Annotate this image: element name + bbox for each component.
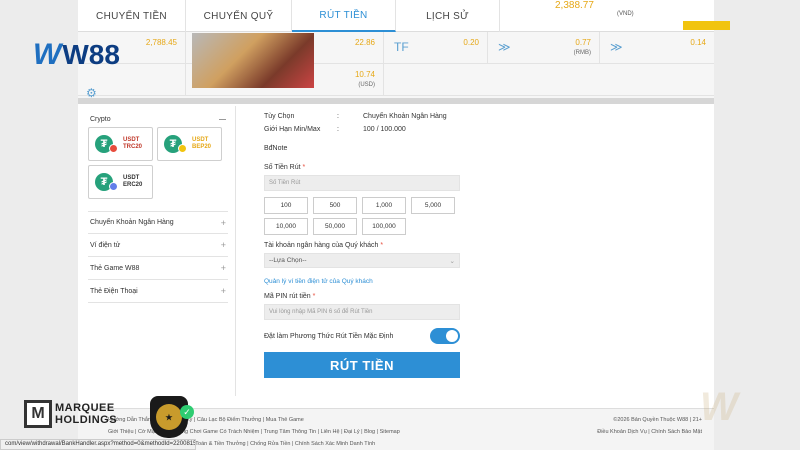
default-method-row: Đặt làm Phương Thức Rút Tiền Mặc Định bbox=[264, 328, 460, 344]
crypto-option-erc20[interactable]: ₮ USDT ERC20 bbox=[88, 165, 153, 199]
wallet-balance: 0.77 (RMB) bbox=[573, 38, 591, 56]
shield-icon: ★ bbox=[156, 404, 182, 430]
amount-button[interactable]: 100 bbox=[264, 197, 308, 214]
bnb-icon bbox=[178, 144, 187, 153]
promo-banner-image bbox=[192, 33, 314, 88]
tab-withdraw[interactable]: RÚT TIỀN bbox=[292, 0, 396, 32]
terms-links[interactable]: Điều Khoản Dịch Vụ | Chính Sách Bảo Mật bbox=[597, 429, 702, 435]
crypto-label: USDT BEP20 bbox=[192, 137, 212, 150]
note-row: BđNote bbox=[264, 142, 460, 155]
crypto-header[interactable]: Crypto — bbox=[88, 110, 228, 127]
wallet-cell-empty bbox=[384, 64, 714, 96]
option-key: Tùy Chọn bbox=[264, 113, 295, 120]
default-method-toggle[interactable] bbox=[430, 328, 460, 344]
sidebar-item-game-card[interactable]: Thẻ Game W88 + bbox=[88, 257, 228, 280]
pin-label: Mã PIN rút tiền * bbox=[264, 293, 316, 300]
sidebar-item-ewallet[interactable]: Ví điện tử + bbox=[88, 234, 228, 257]
note-text: BđNote bbox=[264, 145, 288, 152]
amount-button[interactable]: 100,000 bbox=[362, 218, 406, 235]
tab-history[interactable]: LỊCH SỬ bbox=[396, 0, 500, 32]
crypto-title: Crypto bbox=[90, 116, 111, 123]
sidebar-item-bank-transfer[interactable]: Chuyển Khoản Ngân Hàng + bbox=[88, 211, 228, 234]
bank-select-value: --Lựa Chọn-- bbox=[269, 257, 307, 264]
collapse-icon: — bbox=[219, 116, 226, 123]
sidebar-item-label: Ví điện tử bbox=[90, 241, 121, 249]
limit-key: Giới Hạn Min/Max bbox=[264, 126, 321, 133]
w88-logo: W W88 bbox=[33, 38, 120, 71]
tab-fund-transfer[interactable]: CHUYỂN QUỸ bbox=[186, 0, 292, 32]
wallet-balances: 2,788.45 22.86 TF 0.20 ≫ 0.77 (RMB) ≫ 0.1… bbox=[78, 32, 714, 100]
amount-button[interactable]: 10,000 bbox=[264, 218, 308, 235]
payment-methods-sidebar: Crypto — ₮ USDT TRC20 ₮ USDT BEP20 ₮ USDT E… bbox=[88, 110, 228, 303]
marquee-holdings-logo: M MARQUEE HOLDINGS bbox=[24, 400, 117, 428]
status-bar-url: com/view/withdrawal/BankHandler.aspx?met… bbox=[0, 439, 196, 450]
fish-icon: ≫ bbox=[498, 40, 511, 54]
wallet-balance: 0.14 bbox=[690, 38, 706, 47]
divider bbox=[78, 98, 714, 104]
default-method-label: Đặt làm Phương Thức Rút Tiền Mặc Định bbox=[264, 332, 394, 340]
wallet-balance: 22.86 bbox=[354, 38, 375, 47]
sidebar-item-label: Thẻ Game W88 bbox=[90, 264, 140, 272]
crypto-label: USDT TRC20 bbox=[123, 137, 143, 150]
wallet-balance: 10.74 (USD) bbox=[354, 70, 375, 88]
crypto-options: ₮ USDT TRC20 ₮ USDT BEP20 ₮ USDT ERC20 bbox=[88, 127, 228, 199]
withdraw-submit-button[interactable]: RÚT TIỀN bbox=[264, 352, 460, 378]
page: CHUYỂN TIỀN CHUYỂN QUỸ RÚT TIỀN LỊCH SỬ … bbox=[78, 0, 714, 450]
tron-icon bbox=[109, 144, 118, 153]
sidebar-item-label: Chuyển Khoản Ngân Hàng bbox=[90, 219, 174, 226]
fish-icon: ≫ bbox=[610, 40, 623, 54]
amount-button[interactable]: 1,000 bbox=[362, 197, 406, 214]
crypto-label: USDT ERC20 bbox=[123, 175, 143, 188]
amount-input[interactable]: Số Tiền Rút bbox=[264, 175, 460, 191]
amount-button[interactable]: 5,000 bbox=[411, 197, 455, 214]
amount-label: Số Tiền Rút * bbox=[264, 164, 306, 171]
amount-button[interactable]: 50,000 bbox=[313, 218, 357, 235]
tf-icon: TF bbox=[394, 40, 409, 54]
sidebar-item-label: Thẻ Điện Thoại bbox=[90, 287, 138, 295]
top-balance: 2,388.77 (VND) bbox=[555, 0, 634, 17]
chevron-down-icon: ⌄ bbox=[449, 257, 455, 265]
w88-mark-icon: W bbox=[33, 38, 61, 71]
ethereum-icon bbox=[109, 182, 118, 191]
withdraw-form: Tùy Chọn: Chuyển Khoản Ngân Hàng Giới Hạn… bbox=[264, 110, 460, 378]
check-icon: ✓ bbox=[180, 405, 194, 419]
wallet-cell[interactable]: TF 0.20 bbox=[384, 32, 488, 64]
crypto-option-bep20[interactable]: ₮ USDT BEP20 bbox=[157, 127, 222, 161]
copyright: ©2026 Bản Quyền Thuộc W88 | 21+ bbox=[613, 417, 702, 423]
option-row: Tùy Chọn: Chuyển Khoản Ngân Hàng bbox=[264, 113, 447, 120]
amount-button[interactable]: 500 bbox=[313, 197, 357, 214]
plus-icon: + bbox=[220, 217, 226, 228]
footer-links-1[interactable]: Hướng Dẫn Thắng Lớn | Sổ Lucky | Câu Lạc… bbox=[108, 417, 304, 423]
option-value: Chuyển Khoản Ngân Hàng bbox=[363, 113, 447, 120]
crypto-option-trc20[interactable]: ₮ USDT TRC20 bbox=[88, 127, 153, 161]
quick-amounts: 100 500 1,000 5,000 10,000 50,000 100,00… bbox=[264, 197, 460, 235]
pin-input[interactable]: Vui lòng nhập Mã PIN 6 số để Rút Tiền bbox=[264, 304, 460, 320]
plus-icon: + bbox=[220, 286, 226, 296]
limit-row: Giới Hạn Min/Max:100 / 100.000 bbox=[264, 126, 406, 133]
plus-icon: + bbox=[220, 263, 226, 273]
wallet-cell[interactable]: ≫ 0.77 (RMB) bbox=[488, 32, 600, 64]
yellow-strip bbox=[683, 21, 730, 30]
wallet-balance: 0.20 bbox=[463, 38, 479, 47]
plus-icon: + bbox=[220, 240, 226, 250]
bank-select[interactable]: --Lựa Chọn-- ⌄ bbox=[264, 253, 460, 268]
wallet-cell[interactable]: ≫ 0.14 bbox=[600, 32, 714, 64]
wallet-balance: 2,788.45 bbox=[145, 38, 177, 47]
wallet-manage-link[interactable]: Quản lý ví tiền điện tử của Quý khách bbox=[264, 278, 460, 285]
limit-value: 100 / 100.000 bbox=[363, 126, 406, 133]
bank-label: Tài khoản ngân hàng của Quý khách * bbox=[264, 242, 384, 249]
column-divider bbox=[235, 106, 236, 396]
watermark-logo: W bbox=[700, 385, 738, 429]
marquee-mark-icon: M bbox=[24, 400, 52, 428]
footer-links-2[interactable]: Giới Thiệu | Cờ Mặc Quan Trọng Chơi Game… bbox=[108, 429, 400, 435]
sidebar-item-phone-card[interactable]: Thẻ Điện Thoại + bbox=[88, 280, 228, 303]
tab-transfer[interactable]: CHUYỂN TIỀN bbox=[78, 0, 186, 32]
